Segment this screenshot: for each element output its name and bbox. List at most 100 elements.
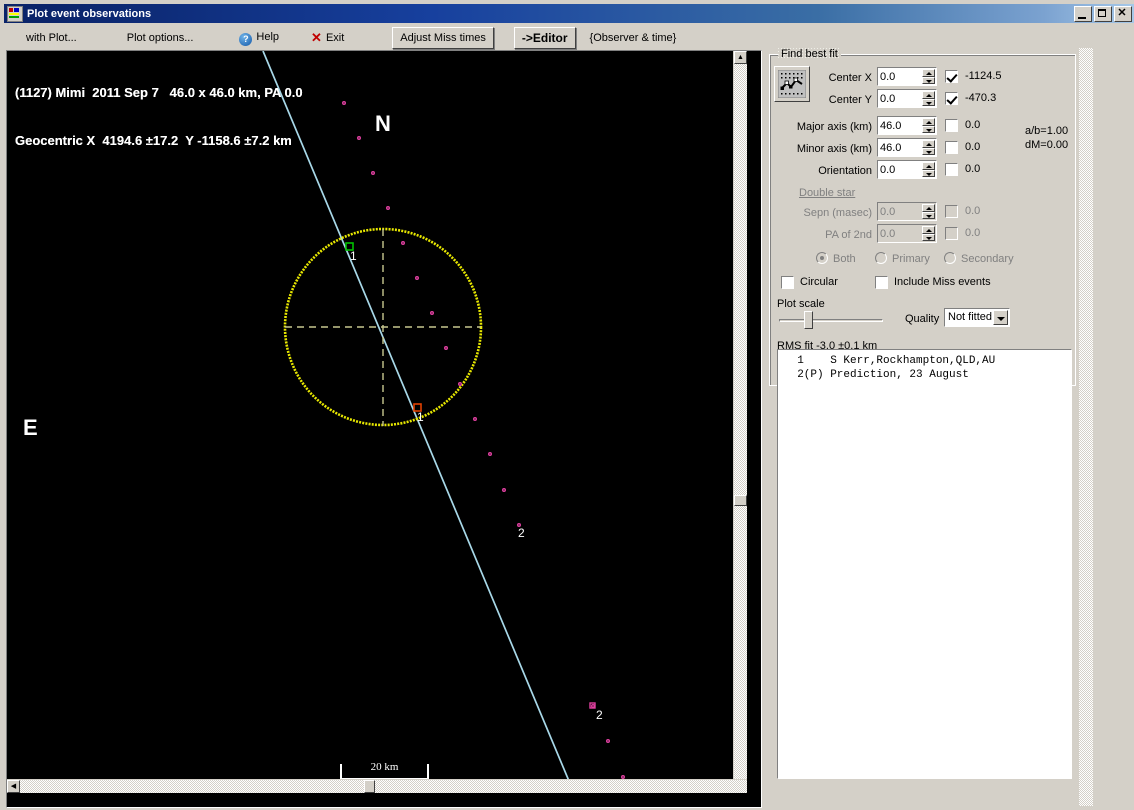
checkbox-include-miss[interactable] [875,276,888,289]
plot-header-line1: (1127) Mimi 2011 Sep 7 46.0 x 46.0 km, P… [15,85,303,100]
label-center-y: Center Y [828,94,872,106]
red-x-icon: ✕ [311,30,322,45]
checkbox-orientation[interactable] [945,163,958,176]
input-center-y[interactable] [880,91,920,106]
ratio-ab-label: a/b=1.00 [1025,125,1069,137]
close-button[interactable]: ✕ [1114,6,1132,22]
checkbox-pa-2nd[interactable] [945,227,958,240]
spinner-pa-2nd[interactable] [922,226,935,241]
input-sepn[interactable] [880,204,920,219]
result-orientation: 0.0 [965,163,981,175]
menu-plot-options[interactable]: Plot options... [121,30,200,46]
radio-primary[interactable] [875,252,887,264]
checkbox-circular-label: Circular [800,276,838,288]
scroll-up-button[interactable]: ▲ [734,51,747,64]
compass-east-label: E [23,415,38,440]
radio-primary-label: Primary [892,253,930,265]
compass-north-label: N [375,111,391,136]
spinner-minor-axis[interactable] [922,140,935,155]
plot-header: (1127) Mimi 2011 Sep 7 46.0 x 46.0 km, P… [15,53,303,181]
chevron-down-icon[interactable] [993,310,1008,325]
label-minor-axis: Minor axis (km) [796,143,872,155]
menu-exit-label: Exit [325,32,345,44]
horizontal-scroll-thumb[interactable] [364,780,375,793]
label-orientation: Orientation [818,165,872,177]
input-pa-2nd-wrap[interactable] [877,224,937,243]
input-orientation-wrap[interactable] [877,160,937,179]
observations-listbox[interactable]: 1 S Kerr,Rockhampton,QLD,AU 2(P) Predict… [777,349,1072,779]
title-bar: Plot event observations ✕ [4,4,1134,23]
input-center-x[interactable] [880,69,920,84]
input-center-x-wrap[interactable] [877,67,937,86]
label-pa-2nd: PA of 2nd [825,229,872,241]
result-minor-axis: 0.0 [965,141,981,153]
checkbox-circular[interactable] [781,276,794,289]
plot-panel: (1127) Mimi 2011 Sep 7 46.0 x 46.0 km, P… [6,50,762,808]
editor-button[interactable]: ->Editor [513,27,576,49]
input-minor-axis-wrap[interactable] [877,138,937,157]
scale-bar: 20 km [340,761,429,780]
result-pa-2nd: 0.0 [965,227,981,239]
window-controls: ✕ [1074,6,1132,22]
spinner-orientation[interactable] [922,162,935,177]
checkbox-center-y[interactable] [945,92,958,105]
scroll-left-button[interactable]: ◀ [7,780,20,793]
radio-secondary-label: Secondary [961,253,1014,265]
vertical-scroll-thumb[interactable] [734,495,747,506]
right-panel-scrollbar[interactable] [1079,48,1093,806]
minimize-button[interactable] [1074,6,1092,22]
plot-header-line2: Geocentric X 4194.6 ±17.2 Y -1158.6 ±7.2… [15,133,292,148]
result-major-axis: 0.0 [965,119,981,131]
input-minor-axis[interactable] [880,140,920,155]
close-icon: ✕ [1117,7,1127,19]
window-title: Plot event observations [27,7,152,20]
input-orientation[interactable] [880,162,920,177]
result-center-y: -470.3 [965,92,997,104]
radio-both[interactable] [816,252,828,264]
list-item[interactable]: 1 S Kerr,Rockhampton,QLD,AU [778,354,1071,368]
menu-help[interactable]: ? Help [233,29,285,48]
input-pa-2nd[interactable] [880,226,920,241]
plot-horizontal-scrollbar[interactable]: ◀ [7,779,747,793]
checkbox-center-x[interactable] [945,70,958,83]
checkbox-minor-axis[interactable] [945,141,958,154]
checkbox-sepn[interactable] [945,205,958,218]
result-sepn: 0.0 [965,205,981,217]
quality-select[interactable]: Not fitted [944,308,1010,327]
app-icon [7,5,23,22]
double-star-title: Double star [799,187,856,199]
chord-label-2-a: 2 [518,526,525,540]
radio-secondary[interactable] [944,252,956,264]
input-center-y-wrap[interactable] [877,89,937,108]
checkbox-major-axis[interactable] [945,119,958,132]
spinner-center-y[interactable] [922,91,935,106]
spinner-major-axis[interactable] [922,118,935,133]
result-center-x: -1124.5 [965,70,1002,82]
input-major-axis[interactable] [880,118,920,133]
plot-scale-slider-thumb[interactable] [804,311,813,329]
chord-label-1-end: 1 [417,410,424,424]
chord-label-1-start: 1 [350,249,357,263]
plot-scale-slider-track[interactable] [779,319,883,322]
label-major-axis: Major axis (km) [796,121,872,133]
menu-exit[interactable]: ✕ Exit [305,28,350,48]
chord-label-2-b: 2 [596,708,603,722]
list-item[interactable]: 2(P) Prediction, 23 August [778,368,1071,382]
spinner-sepn[interactable] [922,204,935,219]
observer-time-label: {Observer & time} [589,32,677,44]
label-center-x: Center X [828,72,872,84]
spinner-center-x[interactable] [922,69,935,84]
plot-vertical-scrollbar[interactable]: ▲ [733,51,747,793]
scale-bar-label: 20 km [370,761,399,773]
input-sepn-wrap[interactable] [877,202,937,221]
observation-dots [342,101,626,780]
adjust-miss-times-button[interactable]: Adjust Miss times [392,27,494,49]
input-major-axis-wrap[interactable] [877,116,937,135]
plot-scale-label: Plot scale [777,298,825,310]
maximize-button[interactable] [1094,6,1112,22]
plot-canvas[interactable]: (1127) Mimi 2011 Sep 7 46.0 x 46.0 km, P… [7,51,747,793]
app-window: Plot event observations ✕ with Plot... P… [0,0,1134,810]
label-sepn: Sepn (masec) [803,207,872,219]
question-circle-icon: ? [239,32,253,46]
menu-with-plot[interactable]: with Plot... [20,30,83,46]
